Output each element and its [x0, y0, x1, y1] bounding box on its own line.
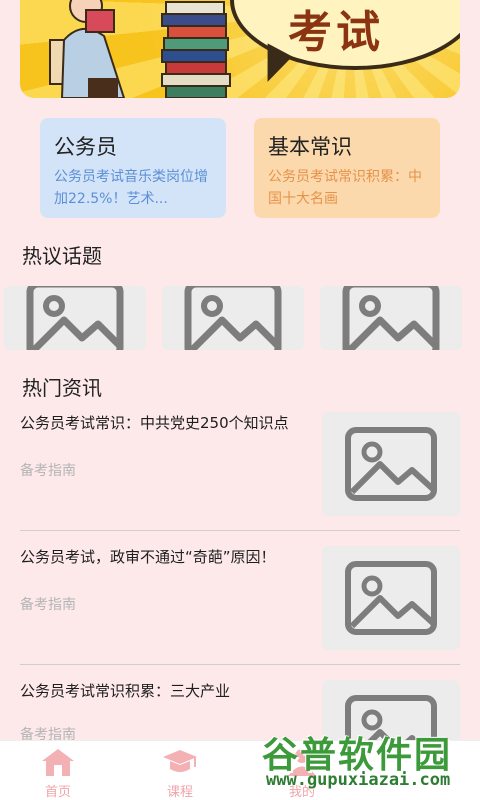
- news-source: 备考指南: [20, 597, 76, 613]
- news-item[interactable]: 公务员考试，政审不通过“奇葩”原因！ 备考指南: [20, 546, 460, 666]
- news-title: 公务员考试常识：中共党史250个知识点: [20, 414, 289, 432]
- card-description: 公务员考试常识积累：中国十大名画: [268, 169, 422, 207]
- image-placeholder-icon: [342, 286, 440, 350]
- hot-topics-row: [4, 286, 480, 350]
- card-title: 基本常识: [268, 135, 352, 159]
- nav-item-home[interactable]: 首页: [18, 741, 98, 800]
- topic-card[interactable]: [4, 286, 146, 350]
- nav-label: 首页: [44, 785, 71, 800]
- graduation-cap-icon: [163, 750, 197, 772]
- top-banner[interactable]: 考试: [20, 0, 460, 98]
- reading-person-illustration: [49, 0, 126, 98]
- nav-item-courses[interactable]: 课程: [140, 741, 220, 800]
- news-title: 公务员考试常识积累：三大产业: [20, 682, 231, 700]
- topic-card[interactable]: [320, 286, 462, 350]
- news-source: 备考指南: [20, 463, 76, 479]
- image-placeholder-icon: [184, 286, 282, 350]
- news-thumbnail: [322, 546, 460, 650]
- card-description: 公务员考试音乐类岗位增加22.5%！艺术...: [54, 169, 208, 207]
- image-placeholder-icon: [26, 286, 124, 350]
- watermark-url: www.gupuxiazai.com: [266, 770, 451, 790]
- card-title: 公务员: [54, 135, 117, 159]
- site-watermark: 谷普软件园 www.gupuxiazai.com: [262, 726, 480, 800]
- section-title-hot-topics: 热议话题: [22, 244, 102, 268]
- card-basic-knowledge[interactable]: 基本常识 公务员考试常识积累：中国十大名画: [254, 118, 440, 218]
- list-divider: [20, 664, 460, 665]
- nav-label: 课程: [166, 785, 193, 800]
- image-placeholder-icon: [345, 427, 437, 501]
- topic-card[interactable]: [162, 286, 304, 350]
- section-title-hot-news: 热门资讯: [22, 376, 102, 400]
- news-thumbnail: [322, 412, 460, 516]
- book-stack-illustration: [161, 1, 231, 98]
- news-title: 公务员考试，政审不通过“奇葩”原因！: [20, 548, 276, 566]
- home-icon: [42, 749, 74, 776]
- banner-bubble-text: 考试: [288, 7, 384, 58]
- news-item[interactable]: 公务员考试常识：中共党史250个知识点 备考指南: [20, 412, 460, 532]
- image-placeholder-icon: [345, 561, 437, 635]
- card-civil-servant[interactable]: 公务员 公务员考试音乐类岗位增加22.5%！艺术...: [40, 118, 226, 218]
- category-cards: 公务员 公务员考试音乐类岗位增加22.5%！艺术... 基本常识 公务员考试常识…: [40, 118, 440, 218]
- list-divider: [20, 530, 460, 531]
